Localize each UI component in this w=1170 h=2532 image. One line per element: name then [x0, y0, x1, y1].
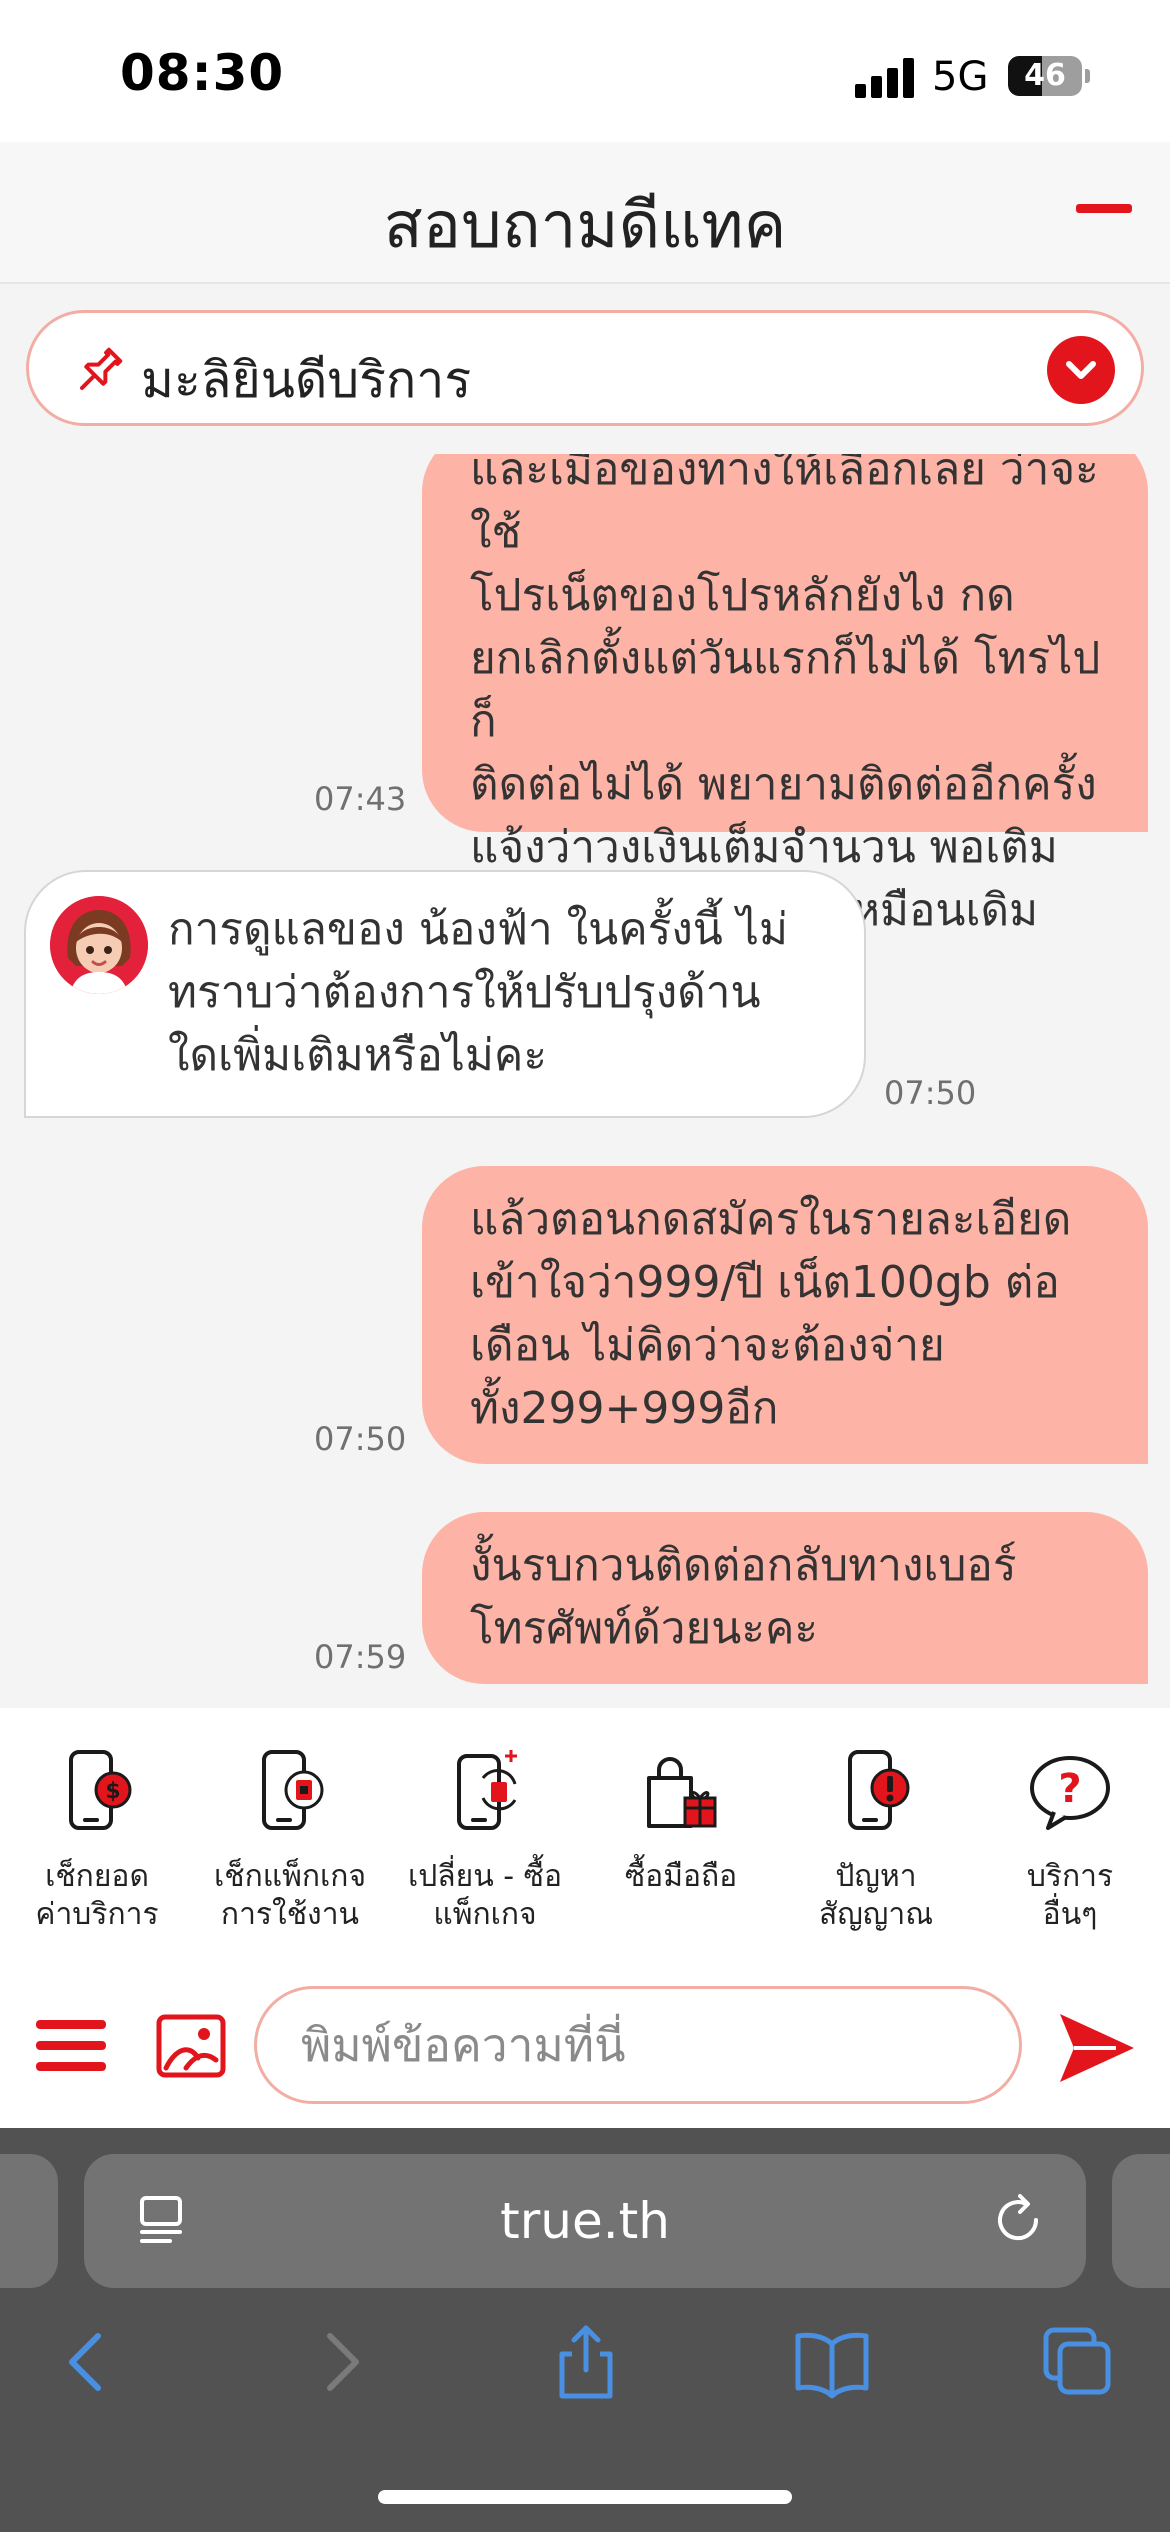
network-type: 5G — [932, 54, 989, 100]
battery-cap — [1085, 69, 1090, 83]
message-line: เข้าใจว่า999/ปี เน็ต100gb ต่อ — [470, 1257, 1060, 1308]
message-line: แล้วตอนกดสมัครในรายละเอียด — [470, 1194, 1072, 1245]
bookmarks-icon[interactable] — [794, 2324, 870, 2400]
outgoing-message: และเมื่อของทางให้เลือกเลย ว่าจะใช้ โปรเน… — [422, 454, 1148, 936]
message-line: ทั้ง299+999อีก — [470, 1383, 779, 1434]
chat-header: สอบถามดีแทค — [0, 142, 1170, 284]
message-line: และเมื่อของทางให้เลือกเลย ว่าจะใช้ — [470, 454, 1099, 558]
menu-button[interactable] — [36, 2016, 108, 2076]
quick-menu-label: แพ็กเกจ — [433, 1897, 537, 1932]
battery-level: 46 — [1024, 58, 1066, 93]
message-line: ยกเลิกตั้งแต่วันแรกก็ไม่ได้ โทรไปก็ — [470, 633, 1101, 747]
shopping-bag-gift-icon — [647, 1757, 717, 1828]
forward-icon[interactable] — [302, 2324, 378, 2400]
phone-change-package-icon — [457, 1750, 517, 1830]
minimize-button[interactable] — [1070, 192, 1134, 232]
page-title: สอบถามดีแทค — [383, 189, 787, 263]
agent-avatar — [50, 896, 148, 994]
message-input[interactable] — [254, 1986, 1022, 2104]
quick-menu: $ เช็กยอด ค่าบริการ เช็กแพ็กเกจ การใช้งา… — [0, 1708, 1170, 1964]
incoming-message: การดูแลของ น้องฟ้า ในครั้งนี้ ไม่ ทราบว่… — [24, 870, 866, 1118]
quick-menu-label: เช็กแพ็กเกจ — [213, 1859, 367, 1894]
question-bubble-icon: ? — [1030, 1756, 1110, 1830]
battery-icon: 46 — [1008, 56, 1082, 96]
quick-menu-label: เปลี่ยน - ซื้อ — [407, 1859, 563, 1894]
tabs-icon[interactable] — [1040, 2324, 1116, 2400]
quick-menu-other-services[interactable]: ? บริการ อื่นๆ — [975, 1748, 1165, 1948]
quick-menu-check-balance[interactable]: $ เช็กยอด ค่าบริการ — [2, 1748, 192, 1948]
share-icon[interactable] — [548, 2324, 624, 2400]
message-time: 07:50 — [884, 1074, 977, 1112]
pinned-message-text: มะลิยินดีบริการ — [141, 351, 472, 409]
message-time: 07:43 — [314, 780, 407, 818]
address-url: true.th — [500, 2192, 670, 2250]
next-tab[interactable] — [1112, 2154, 1170, 2288]
previous-tab[interactable] — [0, 2154, 58, 2288]
reload-icon[interactable] — [990, 2192, 1046, 2248]
quick-menu-label: ปัญหา — [835, 1859, 917, 1894]
message-line: ติดต่อไม่ได้ พยายามติดต่ออีกครั้ง — [470, 759, 1097, 810]
quick-menu-signal-problem[interactable]: ปัญหา สัญญาณ — [781, 1748, 971, 1948]
message-line: โปรเน็ตของโปรหลักยังไง กด — [470, 570, 1015, 621]
phone-signal-problem-icon — [848, 1750, 910, 1830]
signal-strength-icon — [855, 58, 917, 98]
home-indicator[interactable] — [378, 2490, 792, 2504]
message-line: ทราบว่าต้องการให้ปรับปรุงด้าน — [168, 967, 761, 1018]
svg-text:$: $ — [105, 1779, 120, 1804]
back-icon[interactable] — [50, 2324, 126, 2400]
svg-text:?: ? — [1058, 1766, 1081, 1812]
quick-menu-label: การใช้งาน — [220, 1897, 360, 1932]
message-time: 07:50 — [314, 1420, 407, 1458]
outgoing-message: แล้วตอนกดสมัครในรายละเอียด เข้าใจว่า999/… — [422, 1166, 1148, 1464]
image-upload-icon[interactable] — [156, 2014, 226, 2078]
outgoing-message: งั้นรบกวนติดต่อกลับทางเบอร์ โทรศัพท์ด้วย… — [422, 1512, 1148, 1684]
quick-menu-check-package[interactable]: เช็กแพ็กเกจ การใช้งาน — [195, 1748, 385, 1948]
chat-messages[interactable]: และเมื่อของทางให้เลือกเลย ว่าจะใช้ โปรเน… — [0, 454, 1170, 1708]
chevron-down-icon — [1066, 361, 1096, 379]
quick-menu-label: ซื้อมือถือ — [624, 1859, 738, 1894]
message-line: เดือน ไม่คิดว่าจะต้องจ่าย — [470, 1320, 945, 1371]
message-line: งั้นรบกวนติดต่อกลับทางเบอร์ — [470, 1540, 1017, 1591]
message-line: การดูแลของ น้องฟ้า ในครั้งนี้ ไม่ — [168, 904, 788, 955]
browser-toolbar: true.th — [0, 2128, 1170, 2532]
message-line: โทรศัพท์ด้วยนะคะ — [470, 1603, 819, 1654]
status-time: 08:30 — [120, 44, 285, 102]
phone-package-icon — [262, 1750, 324, 1830]
message-time: 07:59 — [314, 1638, 407, 1676]
expand-pinned-button[interactable] — [1047, 336, 1115, 404]
send-icon[interactable] — [1056, 2010, 1136, 2086]
pinned-message-bar[interactable]: มะลิยินดีบริการ — [26, 310, 1144, 426]
message-composer — [0, 1964, 1170, 2128]
address-bar[interactable]: true.th — [84, 2154, 1086, 2288]
quick-menu-label: บริการ — [1026, 1859, 1114, 1894]
phone-balance-icon: $ — [69, 1750, 132, 1830]
quick-menu-buy-phone[interactable]: ซื้อมือถือ — [586, 1748, 776, 1948]
status-bar: 08:30 5G 46 — [0, 0, 1170, 142]
quick-menu-change-package[interactable]: เปลี่ยน - ซื้อ แพ็กเกจ — [390, 1748, 580, 1948]
quick-menu-label: สัญญาณ — [818, 1897, 934, 1932]
quick-menu-label: เช็กยอด — [45, 1859, 149, 1894]
quick-menu-label: ค่าบริการ — [35, 1897, 159, 1932]
quick-menu-label: อื่นๆ — [1042, 1897, 1098, 1932]
pin-icon — [80, 347, 123, 390]
message-line: ใดเพิ่มเติมหรือไม่คะ — [168, 1030, 547, 1081]
